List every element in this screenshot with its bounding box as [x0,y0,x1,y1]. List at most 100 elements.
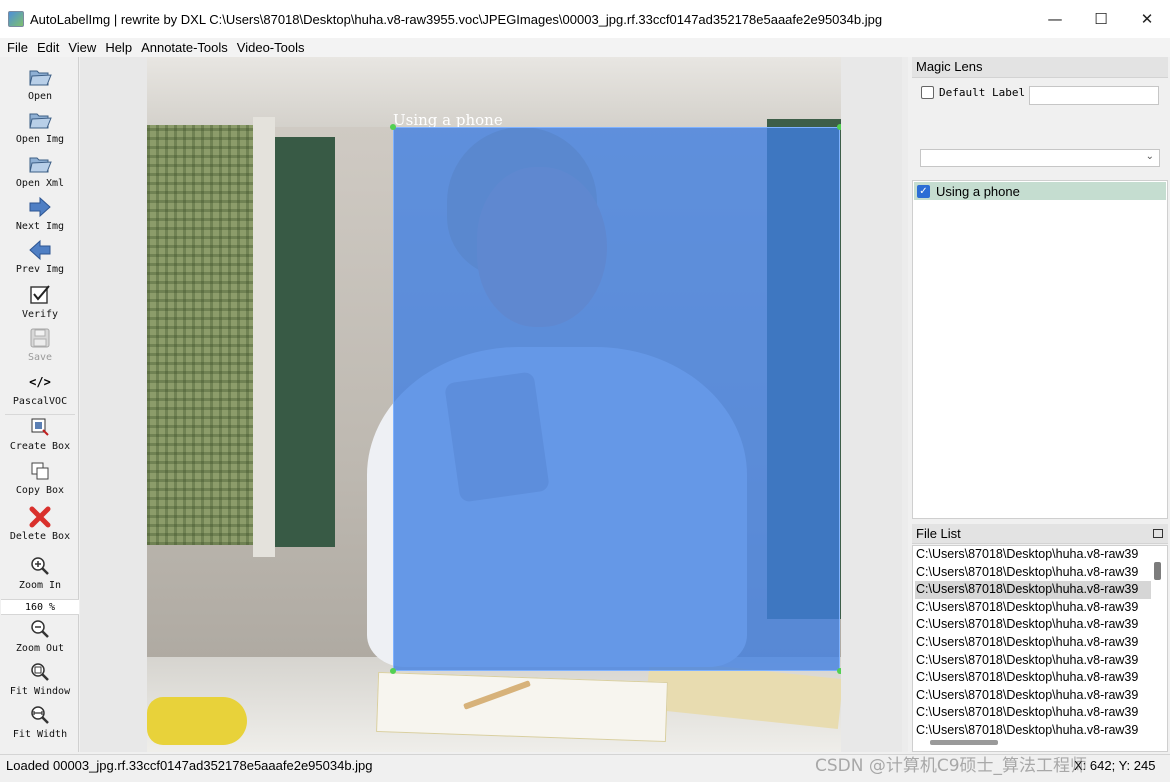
menu-video-tools[interactable]: Video-Tools [237,40,305,55]
default-label-row: Default Label [921,86,1025,99]
watermark: CSDN @计算机C9硕士_算法工程师 [815,756,1088,776]
open-label: Open [27,91,53,102]
menu-view[interactable]: View [68,40,96,55]
save-button[interactable]: Save [1,326,79,363]
label-combo-box[interactable]: ⌄ [920,149,1160,167]
fit-window-label: Fit Window [9,686,71,697]
label-list-item[interactable]: ✓ Using a phone [914,182,1166,200]
fit-window-button[interactable]: Fit Window [1,660,79,697]
copy-box-label: Copy Box [15,485,65,496]
fit-window-icon [29,660,51,684]
folder-open-icon [28,65,52,89]
format-label: PascalVOC [12,396,68,407]
file-list[interactable]: C:\Users\87018\Desktop\huha.v8-raw39 C:\… [912,545,1168,752]
dock-float-icon[interactable] [1153,529,1163,538]
file-list-item[interactable]: C:\Users\87018\Desktop\huha.v8-raw39 [915,634,1151,652]
verify-label: Verify [21,309,59,320]
zoom-in-icon [29,554,51,578]
delete-box-label: Delete Box [9,531,71,542]
toolbar: Open Open Img Open Xml Next Img Prev Img… [1,57,79,752]
zoom-out-button[interactable]: Zoom Out [1,617,79,654]
fit-width-label: Fit Width [12,729,68,740]
maximize-button[interactable]: ☐ [1078,0,1124,38]
open-xml-button[interactable]: Open Xml [1,152,79,189]
scrollbar-thumb[interactable] [1154,562,1161,580]
zoom-out-label: Zoom Out [15,643,65,654]
status-message: Loaded 00003_jpg.rf.33ccf0147ad352178e5a… [6,758,373,773]
arrow-right-icon [28,195,52,219]
open-button[interactable]: Open [1,65,79,102]
scrollbar-thumb[interactable] [930,740,998,745]
file-list-vertical-scrollbar[interactable] [1152,548,1164,734]
zoom-in-button[interactable]: Zoom In [1,554,79,591]
delete-x-icon [28,505,52,529]
file-list-item[interactable]: C:\Users\87018\Desktop\huha.v8-raw39 [915,599,1151,617]
prev-img-label: Prev Img [15,264,65,275]
file-list-title: File List [912,524,1168,544]
label-list[interactable]: ✓ Using a phone [912,180,1168,519]
title-bar: AutoLabelImg | rewrite by DXL C:\Users\8… [0,0,1170,38]
verify-button[interactable]: Verify [1,283,79,320]
bbox-handle-top-right[interactable] [837,124,841,130]
bbox-handle-bottom-left[interactable] [390,668,396,674]
image-canvas[interactable]: Using a phone [80,57,908,752]
canvas-scrollbar[interactable] [902,57,908,752]
menu-bar: File Edit View Help Annotate-Tools Video… [0,38,1170,57]
zoom-out-icon [29,617,51,641]
default-label-input[interactable] [1029,86,1159,105]
photo-board-left [147,125,253,545]
zoom-in-label: Zoom In [18,580,62,591]
window-title: AutoLabelImg | rewrite by DXL C:\Users\8… [30,11,883,27]
file-list-item[interactable]: C:\Users\87018\Desktop\huha.v8-raw39 [915,669,1151,687]
fit-width-icon [29,703,51,727]
minimize-button[interactable]: — [1032,0,1078,38]
code-icon: </> [29,375,51,389]
app-icon [8,11,24,27]
prev-img-button[interactable]: Prev Img [1,238,79,275]
format-toggle-button[interactable]: </> PascalVOC [1,370,79,407]
next-img-button[interactable]: Next Img [1,195,79,232]
create-box-icon [29,415,51,439]
file-list-item[interactable]: C:\Users\87018\Desktop\huha.v8-raw39 [915,564,1151,582]
file-list-item[interactable]: C:\Users\87018\Desktop\huha.v8-raw39 [915,652,1151,670]
loaded-image: Using a phone [147,57,841,752]
file-list-item[interactable]: C:\Users\87018\Desktop\huha.v8-raw39 [915,616,1151,634]
folder-open-icon [28,152,52,176]
floppy-disk-icon [29,326,51,350]
save-label: Save [27,352,53,363]
menu-file[interactable]: File [7,40,28,55]
arrow-left-icon [28,238,52,262]
photo-board-mid [275,137,335,547]
create-box-button[interactable]: Create Box [1,415,79,452]
open-img-button[interactable]: Open Img [1,108,79,145]
file-list-horizontal-scrollbar[interactable] [914,736,1152,749]
bounding-box[interactable] [393,127,840,671]
close-button[interactable]: ✕ [1124,0,1170,38]
create-box-label: Create Box [9,441,71,452]
default-label-text: Default Label [939,86,1026,99]
bbox-handle-top-left[interactable] [390,124,396,130]
menu-help[interactable]: Help [105,40,132,55]
file-list-item[interactable]: C:\Users\87018\Desktop\huha.v8-raw39 [915,687,1151,705]
label-visible-checkbox[interactable]: ✓ [917,184,930,198]
delete-box-button[interactable]: Delete Box [1,505,79,542]
open-xml-label: Open Xml [15,178,65,189]
folder-open-icon [28,108,52,132]
copy-icon [29,459,51,483]
bbox-handle-bottom-right[interactable] [837,668,841,674]
copy-box-button[interactable]: Copy Box [1,459,79,496]
default-label-checkbox[interactable] [921,86,934,99]
window-controls: — ☐ ✕ [1032,0,1170,38]
photo-banana [147,697,247,745]
fit-width-button[interactable]: Fit Width [1,703,79,740]
file-list-item-selected[interactable]: C:\Users\87018\Desktop\huha.v8-raw39 [915,581,1151,599]
menu-edit[interactable]: Edit [37,40,59,55]
zoom-value-spinbox[interactable]: 160 % [1,599,79,615]
open-img-label: Open Img [15,134,65,145]
file-list-item[interactable]: C:\Users\87018\Desktop\huha.v8-raw39 [915,704,1151,722]
next-img-label: Next Img [15,221,65,232]
file-list-item[interactable]: C:\Users\87018\Desktop\huha.v8-raw39 [915,546,1151,564]
chevron-down-icon: ⌄ [1145,151,1154,162]
label-item-text: Using a phone [936,183,1020,199]
menu-annotate-tools[interactable]: Annotate-Tools [141,40,228,55]
